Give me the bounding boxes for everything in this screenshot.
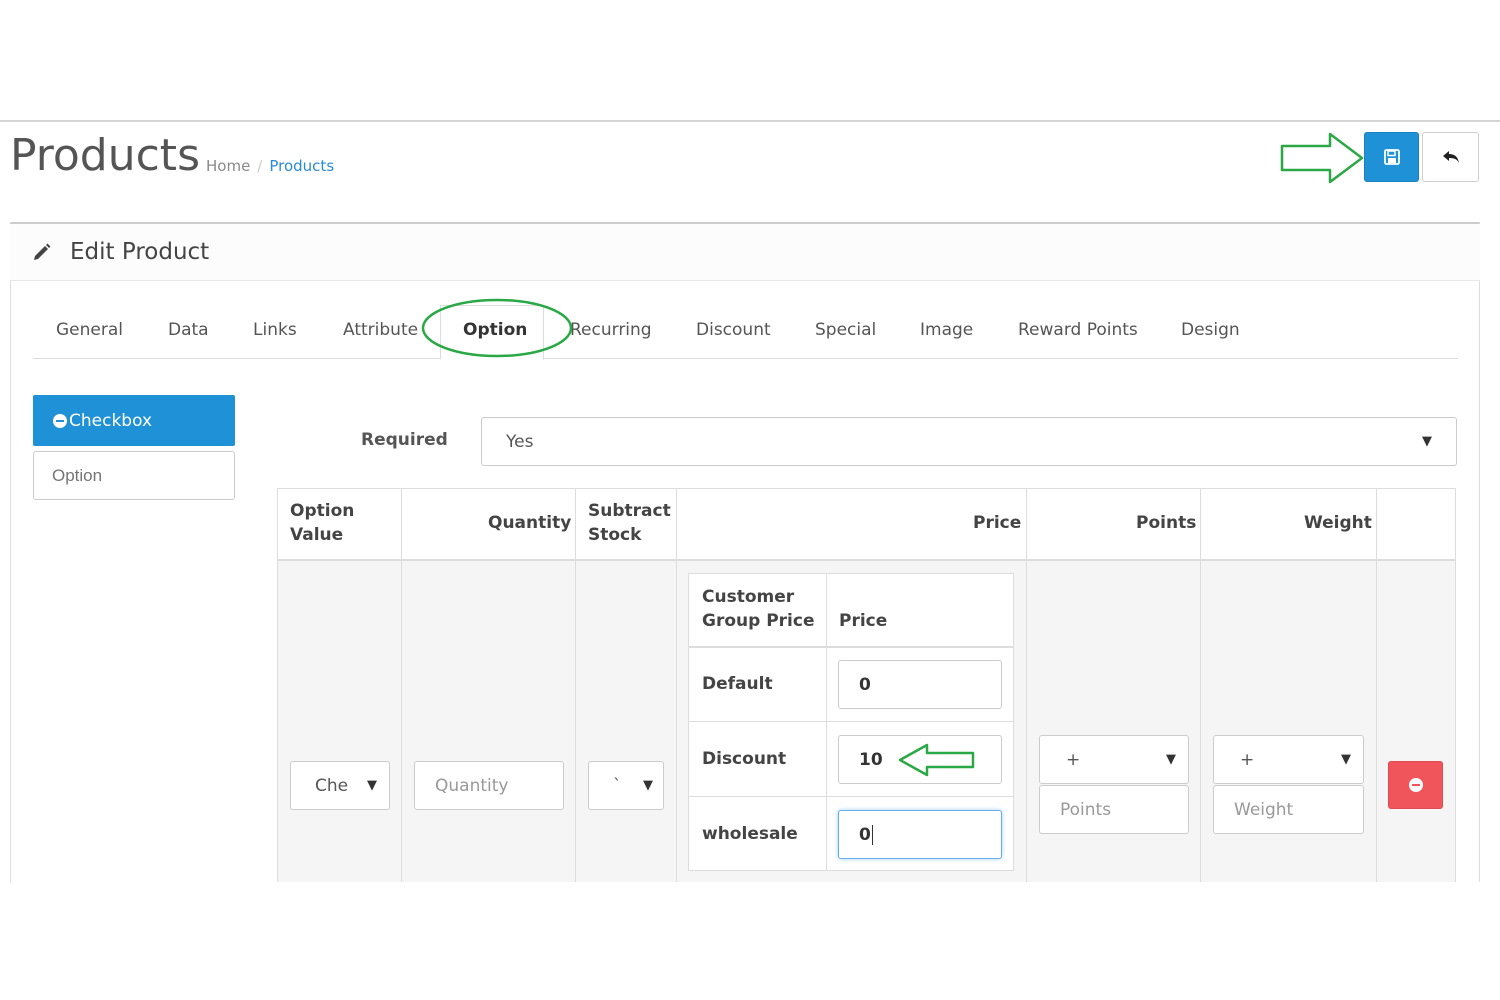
- tab-general[interactable]: General: [56, 318, 123, 342]
- group-label-default: Default: [702, 674, 773, 694]
- caret-down-icon: ▼: [1422, 434, 1432, 449]
- column-header-price: Price: [973, 513, 1022, 533]
- minus-circle-icon: [1408, 778, 1423, 792]
- tabs-divider: [33, 358, 1458, 359]
- tab-special[interactable]: Special: [815, 318, 876, 342]
- points-prefix-select[interactable]: + ▼: [1039, 735, 1189, 784]
- price-input-default[interactable]: 0: [838, 660, 1002, 709]
- remove-circle-icon[interactable]: [53, 413, 67, 428]
- option-autocomplete-input[interactable]: [33, 451, 235, 500]
- caret-down-icon: ▼: [643, 778, 653, 793]
- inner-column-divider: [826, 574, 827, 870]
- column-header-subtract-stock: Subtract Stock: [588, 501, 671, 545]
- weight-input[interactable]: Weight: [1213, 785, 1364, 834]
- column-divider: [1376, 489, 1377, 882]
- option-checkbox-item[interactable]: Checkbox: [33, 395, 235, 446]
- group-label-wholesale: wholesale: [702, 824, 798, 844]
- remove-option-value-button[interactable]: [1388, 761, 1443, 809]
- inner-row-divider: [689, 796, 1013, 797]
- annotation-arrow-left-icon: [898, 743, 975, 777]
- inner-row-divider: [689, 721, 1013, 722]
- header-divider: [0, 120, 1500, 122]
- column-divider: [1026, 489, 1027, 882]
- column-header-weight: Weight: [1304, 513, 1372, 533]
- breadcrumb-home-link[interactable]: Home: [206, 157, 250, 175]
- tab-image[interactable]: Image: [920, 318, 973, 342]
- back-button[interactable]: [1422, 132, 1479, 182]
- option-checkbox-label: Checkbox: [69, 410, 153, 431]
- column-header-quantity: Quantity: [488, 513, 572, 533]
- tab-reward-points[interactable]: Reward Points: [1018, 318, 1138, 342]
- column-divider: [575, 489, 576, 882]
- tab-data[interactable]: Data: [168, 318, 209, 342]
- column-divider: [401, 489, 402, 882]
- customer-price-header: Price: [839, 611, 888, 631]
- tab-design[interactable]: Design: [1181, 318, 1240, 342]
- column-header-option-value: Option Value: [290, 501, 355, 545]
- group-label-discount: Discount: [702, 749, 787, 769]
- inner-row-divider: [689, 646, 1013, 648]
- required-label: Required: [361, 430, 448, 450]
- customer-group-header: Customer Group Price: [702, 587, 815, 631]
- required-select-value: Yes: [506, 431, 534, 452]
- text-cursor: [871, 824, 873, 845]
- column-header-points: Points: [1136, 513, 1197, 533]
- breadcrumb-separator: /: [257, 157, 263, 175]
- points-input[interactable]: Points: [1039, 785, 1189, 834]
- tab-discount[interactable]: Discount: [696, 318, 771, 342]
- tab-attribute[interactable]: Attribute: [343, 318, 418, 342]
- column-divider: [676, 489, 677, 882]
- tab-recurring[interactable]: Recurring: [570, 318, 652, 342]
- reply-arrow-icon: [1442, 151, 1459, 163]
- subtract-stock-select[interactable]: ` ▼: [588, 761, 664, 810]
- annotation-arrow-right-icon: [1280, 132, 1364, 184]
- column-divider: [1200, 489, 1201, 882]
- breadcrumb-products-link[interactable]: Products: [269, 157, 334, 175]
- page-title: Products: [10, 130, 200, 181]
- required-select[interactable]: Yes ▼: [481, 417, 1457, 466]
- option-value-select[interactable]: Che ▼: [290, 761, 390, 810]
- caret-down-icon: ▼: [1341, 752, 1351, 767]
- caret-down-icon: ▼: [367, 778, 377, 793]
- quantity-input[interactable]: Quantity: [414, 761, 564, 810]
- save-button[interactable]: [1364, 132, 1419, 182]
- breadcrumb: Home / Products: [206, 156, 334, 176]
- caret-down-icon: ▼: [1166, 752, 1176, 767]
- panel-title: Edit Product: [70, 239, 210, 265]
- tab-links[interactable]: Links: [253, 318, 297, 342]
- annotation-ellipse-icon: [421, 298, 573, 358]
- pencil-icon: [34, 243, 51, 260]
- floppy-disk-icon: [1383, 149, 1400, 165]
- weight-prefix-select[interactable]: + ▼: [1213, 735, 1364, 784]
- price-input-wholesale[interactable]: 0: [838, 810, 1002, 859]
- panel-heading: [10, 224, 1480, 281]
